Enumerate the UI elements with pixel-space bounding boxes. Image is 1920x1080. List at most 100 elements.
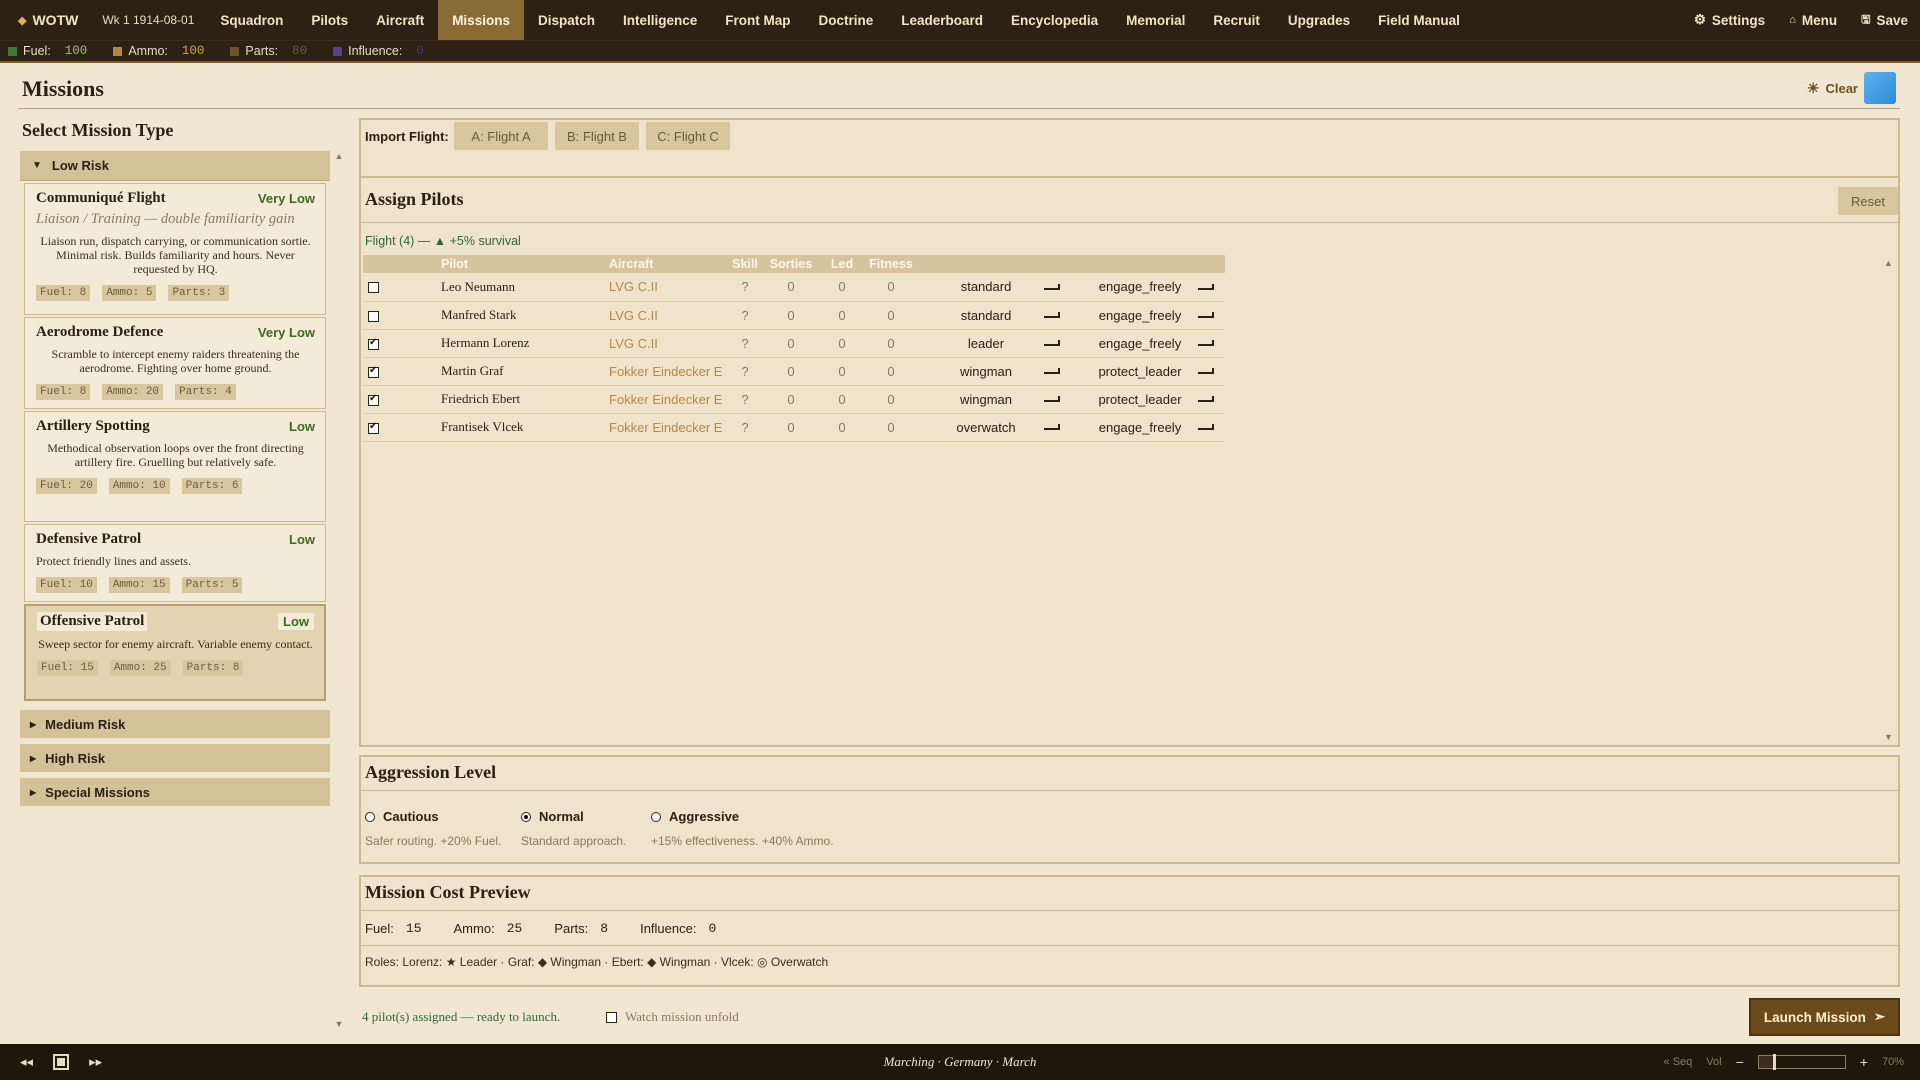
pilot-checkbox[interactable] xyxy=(368,282,379,294)
mission-card-artillery-spotting[interactable]: Artillery Spotting Low Methodical observat… xyxy=(24,411,326,522)
pilot-order-select[interactable]: protect_leader xyxy=(1071,385,1225,414)
nav-tab-front-map[interactable]: Front Map xyxy=(711,0,804,40)
pilot-checkbox[interactable] xyxy=(368,310,379,322)
scroll-down-icon[interactable]: ▼ xyxy=(1884,732,1893,742)
nav-tab-leaderboard[interactable]: Leaderboard xyxy=(887,0,997,40)
section-divider xyxy=(361,790,1898,791)
dropdown-handle-icon[interactable] xyxy=(1044,396,1060,402)
aggression-option-normal[interactable]: Normal Standard approach. xyxy=(521,809,626,848)
launch-mission-button[interactable]: Launch Mission ➣ xyxy=(1749,998,1900,1036)
mission-card-offensive-patrol[interactable]: Offensive Patrol Low Sweep sector for enem… xyxy=(24,604,326,701)
mission-card-defensive-patrol[interactable]: Defensive Patrol Low Protect friendly line… xyxy=(24,524,326,602)
import-flight-b-button[interactable]: B: Flight B xyxy=(555,122,639,150)
volume-down-icon[interactable]: − xyxy=(1736,1054,1744,1070)
table-row[interactable]: Frantisek VlcekFokker Eindecker E?000ove… xyxy=(363,413,1225,442)
brand[interactable]: ◆ WOTW xyxy=(0,12,90,28)
nav-tab-encyclopedia[interactable]: Encyclopedia xyxy=(997,0,1112,40)
import-flight-a-button[interactable]: A: Flight A xyxy=(454,122,548,150)
track-title: Marching · Germany · March xyxy=(883,1054,1037,1069)
menu-button[interactable]: ⌂ Menu xyxy=(1777,0,1849,40)
risk-group-special-missions[interactable]: ▶ Special Missions xyxy=(20,778,330,806)
risk-group-medium-risk[interactable]: ▶ Medium Risk xyxy=(20,710,330,738)
pilot-role-select[interactable]: wingman xyxy=(917,385,1071,414)
dropdown-handle-icon[interactable] xyxy=(1198,312,1214,318)
import-flight-c-button[interactable]: C: Flight C xyxy=(646,122,730,150)
volume-thumb[interactable] xyxy=(1773,1054,1777,1070)
pilot-sorties: 0 xyxy=(763,301,819,330)
nav-tab-dispatch[interactable]: Dispatch xyxy=(524,0,609,40)
scroll-down-icon[interactable]: ▼ xyxy=(334,1019,344,1029)
dropdown-handle-icon[interactable] xyxy=(1044,424,1060,430)
pilot-role-select[interactable]: standard xyxy=(917,273,1071,302)
pilot-sorties: 0 xyxy=(763,273,819,302)
cost-chip: Parts: 5 xyxy=(181,577,243,593)
pilot-table-scrollbar[interactable]: ▲ ▼ xyxy=(1884,258,1896,742)
aggression-option-aggressive[interactable]: Aggressive +15% effectiveness. +40% Ammo. xyxy=(651,809,834,848)
reset-button[interactable]: Reset xyxy=(1838,187,1898,215)
pilot-order-select[interactable]: protect_leader xyxy=(1071,357,1225,386)
radio-button[interactable] xyxy=(651,811,661,822)
dropdown-handle-icon[interactable] xyxy=(1198,368,1214,374)
pilot-checkbox[interactable] xyxy=(368,337,379,350)
mission-costs: Fuel: 10 Ammo: 15 Parts: 5 xyxy=(36,577,315,593)
nav-tab-aircraft[interactable]: Aircraft xyxy=(362,0,438,40)
pilot-led: 0 xyxy=(819,385,865,414)
mission-description: Scramble to intercept enemy raiders thre… xyxy=(51,347,300,375)
pilot-role-select[interactable]: overwatch xyxy=(917,413,1071,442)
mission-list-scrollbar[interactable]: ▲ ▼ xyxy=(334,151,344,1029)
nav-tab-memorial[interactable]: Memorial xyxy=(1112,0,1199,40)
scroll-up-icon[interactable]: ▲ xyxy=(1884,258,1893,268)
weather-clear-button[interactable]: ☀ Clear xyxy=(1807,72,1896,104)
mission-card-aerodrome-defence[interactable]: Aerodrome Defence Very Low Scramble to int… xyxy=(24,317,326,409)
watch-mission-toggle[interactable]: Watch mission unfold xyxy=(606,1009,739,1025)
dropdown-handle-icon[interactable] xyxy=(1198,340,1214,346)
dropdown-handle-icon[interactable] xyxy=(1198,283,1214,290)
table-row[interactable]: Manfred Stark LVG C.II? 0 0 0 standard engage_… xyxy=(363,301,1225,330)
pilot-role-select[interactable]: leader xyxy=(917,329,1071,358)
pilot-order-select[interactable]: engage_freely xyxy=(1071,301,1225,330)
dropdown-handle-icon[interactable] xyxy=(1044,283,1060,290)
mission-card-communiqu-flight[interactable]: Communiqué Flight Very Low Liaison / Train… xyxy=(24,183,326,315)
pilot-skill: ? xyxy=(727,329,763,358)
pilot-order-select[interactable]: engage_freely xyxy=(1071,413,1225,442)
pilot-role-select[interactable]: standard xyxy=(917,301,1071,330)
header-divider xyxy=(18,108,1900,109)
nav-tab-pilots[interactable]: Pilots xyxy=(297,0,362,40)
pilot-role-select[interactable]: wingman xyxy=(917,357,1071,386)
pilot-checkbox[interactable] xyxy=(368,421,379,434)
aggression-option-cautious[interactable]: Cautious Safer routing. +20% Fuel. xyxy=(365,809,501,848)
nav-tab-squadron[interactable]: Squadron xyxy=(206,0,297,40)
nav-tab-recruit[interactable]: Recruit xyxy=(1199,0,1274,40)
nav-tab-upgrades[interactable]: Upgrades xyxy=(1274,0,1364,40)
table-row[interactable]: Leo Neumann LVG C.II? 0 0 0 standard engage_fr… xyxy=(363,273,1225,302)
volume-slider[interactable] xyxy=(1757,1054,1846,1070)
risk-group-low[interactable]: ▼ Low Risk xyxy=(20,151,330,181)
pilot-order-select[interactable]: engage_freely xyxy=(1071,273,1225,302)
dropdown-handle-icon[interactable] xyxy=(1044,340,1060,346)
volume-up-icon[interactable]: + xyxy=(1860,1054,1868,1070)
dropdown-handle-icon[interactable] xyxy=(1044,312,1060,318)
resource-value: 80 xyxy=(292,44,308,58)
table-row[interactable]: Friedrich EbertFokker Eindecker E?000win… xyxy=(363,385,1225,414)
radio-button[interactable] xyxy=(521,811,531,822)
settings-button[interactable]: ⚙ Settings xyxy=(1682,0,1777,40)
scroll-up-icon[interactable]: ▲ xyxy=(334,151,344,161)
dropdown-handle-icon[interactable] xyxy=(1198,396,1214,402)
pilot-order-select[interactable]: engage_freely xyxy=(1071,329,1225,358)
dropdown-handle-icon[interactable] xyxy=(1044,368,1060,374)
table-row[interactable]: Martin GrafFokker Eindecker E?000wingman… xyxy=(363,357,1225,386)
save-button[interactable]: 🖫 Save xyxy=(1849,0,1920,40)
radio-button[interactable] xyxy=(365,811,375,822)
pilot-checkbox[interactable] xyxy=(368,393,379,406)
nav-tab-missions[interactable]: Missions xyxy=(438,0,524,40)
pilot-checkbox[interactable] xyxy=(368,365,379,378)
sequence-toggle[interactable]: « Seq xyxy=(1664,1056,1693,1068)
risk-group-high-risk[interactable]: ▶ High Risk xyxy=(20,744,330,772)
nav-tab-field-manual[interactable]: Field Manual xyxy=(1364,0,1474,40)
nav-tab-doctrine[interactable]: Doctrine xyxy=(805,0,888,40)
watch-checkbox[interactable] xyxy=(606,1011,617,1023)
nav-tab-intelligence[interactable]: Intelligence xyxy=(609,0,711,40)
dropdown-handle-icon[interactable] xyxy=(1198,424,1214,430)
triangle-right-icon: ▶ xyxy=(30,753,37,763)
table-row[interactable]: Hermann LorenzLVG C.II?000leaderengage_f… xyxy=(363,329,1225,358)
